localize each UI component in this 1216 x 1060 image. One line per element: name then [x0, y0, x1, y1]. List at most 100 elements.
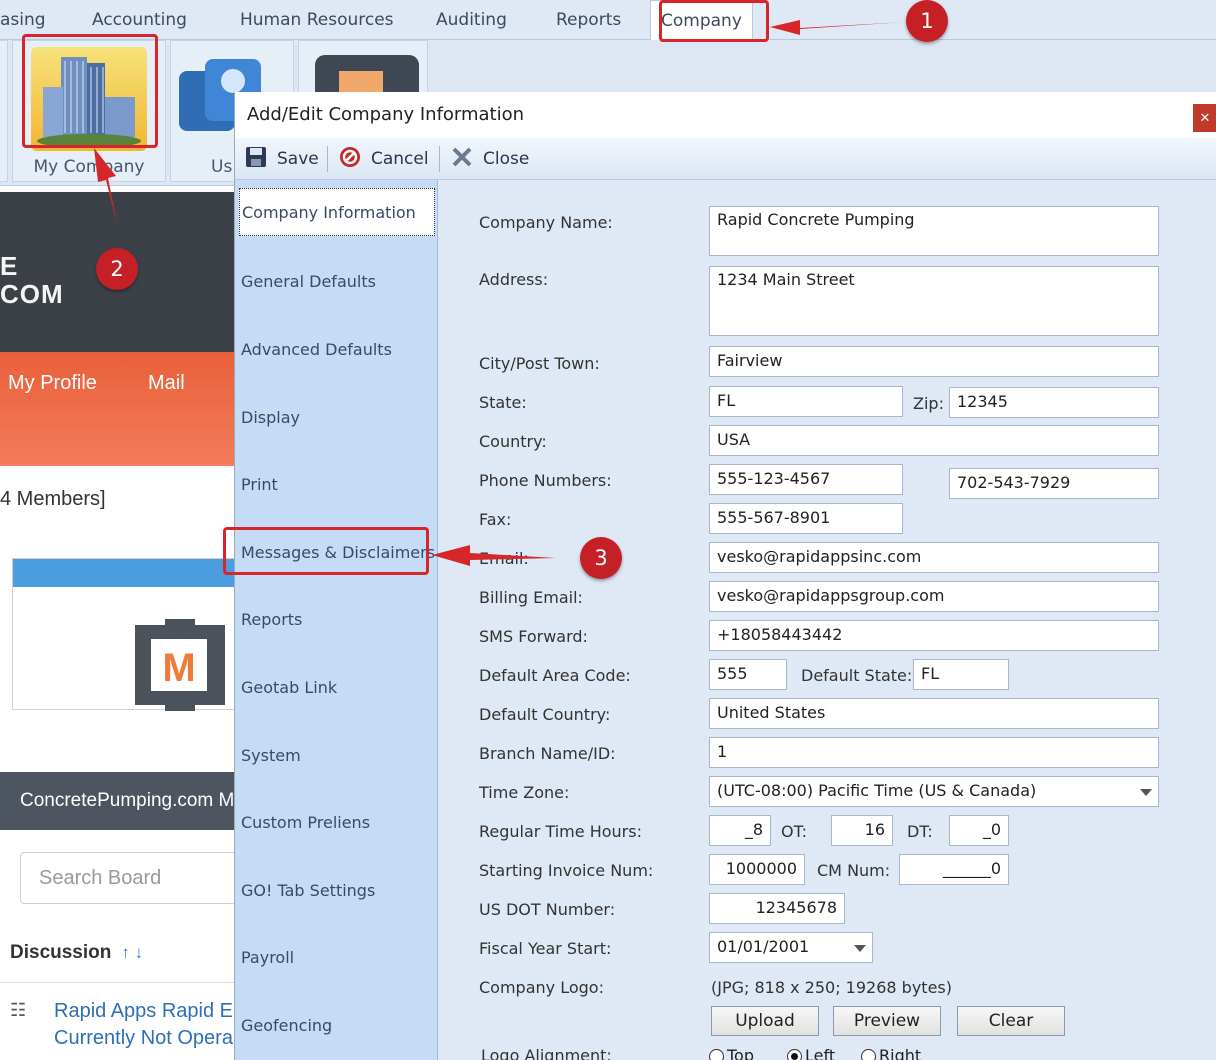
nav-go-tab-settings[interactable]: GO! Tab Settings — [241, 881, 375, 900]
default-country-field[interactable]: United States — [709, 698, 1159, 729]
chevron-down-icon — [1140, 789, 1152, 796]
invoice-num-field[interactable]: 1000000 — [709, 854, 805, 885]
radio-top-dot — [709, 1049, 724, 1060]
site-logo-line2: COM — [0, 279, 64, 309]
cancel-icon — [340, 147, 360, 167]
nav-mail[interactable]: Mail — [148, 372, 185, 395]
nav-display[interactable]: Display — [241, 408, 300, 427]
zip-label: Zip: — [913, 394, 944, 413]
nav-print[interactable]: Print — [241, 475, 278, 494]
country-field[interactable]: USA — [709, 425, 1159, 456]
city-field[interactable]: Fairview — [709, 346, 1159, 377]
company-logo-label: Company Logo: — [479, 978, 604, 997]
phone-field-1[interactable]: 555-123-4567 — [709, 464, 903, 495]
radio-left-label: Left — [805, 1046, 836, 1060]
preview-button[interactable]: Preview — [833, 1006, 941, 1036]
post-list-icon: ☷ — [10, 1000, 27, 1020]
cm-num-field[interactable]: ______0 — [899, 854, 1009, 885]
step-badge-1: 1 — [906, 0, 948, 42]
zip-field[interactable]: 12345 — [949, 387, 1159, 418]
nav-my-profile[interactable]: My Profile — [8, 372, 97, 395]
ribbon-button-partial — [0, 40, 8, 182]
dialog-toolbar: Save Cancel Close — [235, 138, 1216, 180]
address-field[interactable]: 1234 Main Street — [709, 266, 1159, 336]
default-area-code-field[interactable]: 555 — [709, 659, 787, 690]
nav-custom-preliens[interactable]: Custom Preliens — [241, 813, 370, 832]
time-zone-select[interactable]: (UTC-08:00) Pacific Time (US & Canada) — [709, 776, 1159, 807]
close-label: Close — [483, 149, 530, 169]
ot-field[interactable]: 16 — [831, 815, 893, 846]
radio-top[interactable]: Top — [709, 1046, 754, 1060]
nav-company-information[interactable]: Company Information — [239, 188, 435, 236]
logo-card-header — [13, 559, 239, 587]
discussion-label: Discussion — [10, 942, 112, 963]
highlight-company-tab — [659, 0, 769, 42]
highlight-messages-disclaimers — [223, 527, 429, 575]
my-company-label: My Company — [33, 157, 145, 177]
save-label: Save — [277, 149, 319, 169]
company-name-field[interactable]: Rapid Concrete Pumping — [709, 206, 1159, 256]
nav-general-defaults[interactable]: General Defaults — [241, 272, 376, 291]
fiscal-year-picker[interactable]: 01/01/2001 — [709, 932, 873, 963]
fiscal-year-value: 01/01/2001 — [717, 937, 810, 956]
board-title: ConcretePumping.com M — [0, 772, 240, 830]
save-button[interactable]: Save — [245, 138, 319, 180]
nav-geofencing[interactable]: Geofencing — [241, 1016, 332, 1035]
nav-advanced-defaults[interactable]: Advanced Defaults — [241, 340, 392, 359]
us-dot-field[interactable]: 12345678 — [709, 893, 845, 924]
ribbon-tab-bar: asing Accounting Human Resources Auditin… — [0, 0, 1216, 40]
site-nav-bar — [0, 352, 240, 466]
toolbar-separator — [327, 146, 328, 172]
discussion-header[interactable]: Discussion ↑ ↓ — [10, 942, 143, 964]
sort-arrows-icon[interactable]: ↑ ↓ — [117, 943, 143, 962]
search-board-input[interactable]: Search Board — [20, 852, 240, 904]
ot-label: OT: — [781, 822, 807, 841]
branch-field[interactable]: 1 — [709, 737, 1159, 768]
company-logo-info: (JPG; 818 x 250; 19268 bytes) — [711, 978, 952, 997]
invoice-num-label: Starting Invoice Num: — [479, 861, 654, 880]
tab-auditing[interactable]: Auditing — [436, 0, 507, 40]
phone-field-2[interactable]: 702-543-7929 — [949, 468, 1159, 499]
cancel-button[interactable]: Cancel — [339, 138, 429, 180]
regular-hours-label: Regular Time Hours: — [479, 822, 642, 841]
tab-human-resources[interactable]: Human Resources — [240, 0, 394, 40]
time-zone-label: Time Zone: — [479, 783, 570, 802]
email-field[interactable]: vesko@rapidappsinc.com — [709, 542, 1159, 573]
nav-reports[interactable]: Reports — [241, 610, 302, 629]
billing-email-field[interactable]: vesko@rapidappsgroup.com — [709, 581, 1159, 612]
site-logo-line1: E — [0, 251, 19, 281]
chevron-down-icon — [854, 945, 866, 952]
cancel-label: Cancel — [371, 149, 429, 169]
radio-left-dot — [787, 1049, 802, 1060]
sms-forward-field[interactable]: +18058443442 — [709, 620, 1159, 651]
close-icon[interactable]: ✕ — [1193, 104, 1216, 132]
fiscal-year-label: Fiscal Year Start: — [479, 939, 612, 958]
svg-text:M: M — [162, 646, 195, 690]
state-field[interactable]: FL — [709, 386, 903, 417]
default-country-label: Default Country: — [479, 705, 611, 724]
nav-system[interactable]: System — [241, 746, 301, 765]
post-link[interactable]: Rapid Apps Rapid E Currently Not Opera — [54, 998, 240, 1052]
nav-payroll[interactable]: Payroll — [241, 948, 294, 967]
company-info-dialog: Add/Edit Company Information ✕ Save Canc… — [234, 92, 1216, 1060]
highlight-my-company — [22, 34, 158, 148]
logo-alignment-label: Logo Alignment: — [481, 1046, 612, 1060]
upload-button[interactable]: Upload — [711, 1006, 819, 1036]
clear-button[interactable]: Clear — [957, 1006, 1065, 1036]
tab-reports[interactable]: Reports — [556, 0, 621, 40]
radio-right[interactable]: Right — [861, 1046, 921, 1060]
logo-alignment-group: Top Left Right — [709, 1046, 969, 1060]
toolbar-separator — [439, 146, 440, 172]
dt-field[interactable]: _0 — [949, 815, 1009, 846]
radio-left[interactable]: Left — [787, 1046, 835, 1060]
close-button[interactable]: Close — [451, 138, 529, 180]
dialog-titlebar: Add/Edit Company Information ✕ — [235, 92, 1216, 138]
fax-label: Fax: — [479, 510, 512, 529]
fax-field[interactable]: 555-567-8901 — [709, 503, 903, 534]
regular-hours-field[interactable]: _8 — [709, 815, 771, 846]
default-state-field[interactable]: FL — [913, 659, 1009, 690]
post-line2: Currently Not Opera — [54, 1027, 233, 1049]
radio-right-label: Right — [879, 1046, 922, 1060]
radio-right-dot — [861, 1049, 876, 1060]
nav-geotab-link[interactable]: Geotab Link — [241, 678, 337, 697]
